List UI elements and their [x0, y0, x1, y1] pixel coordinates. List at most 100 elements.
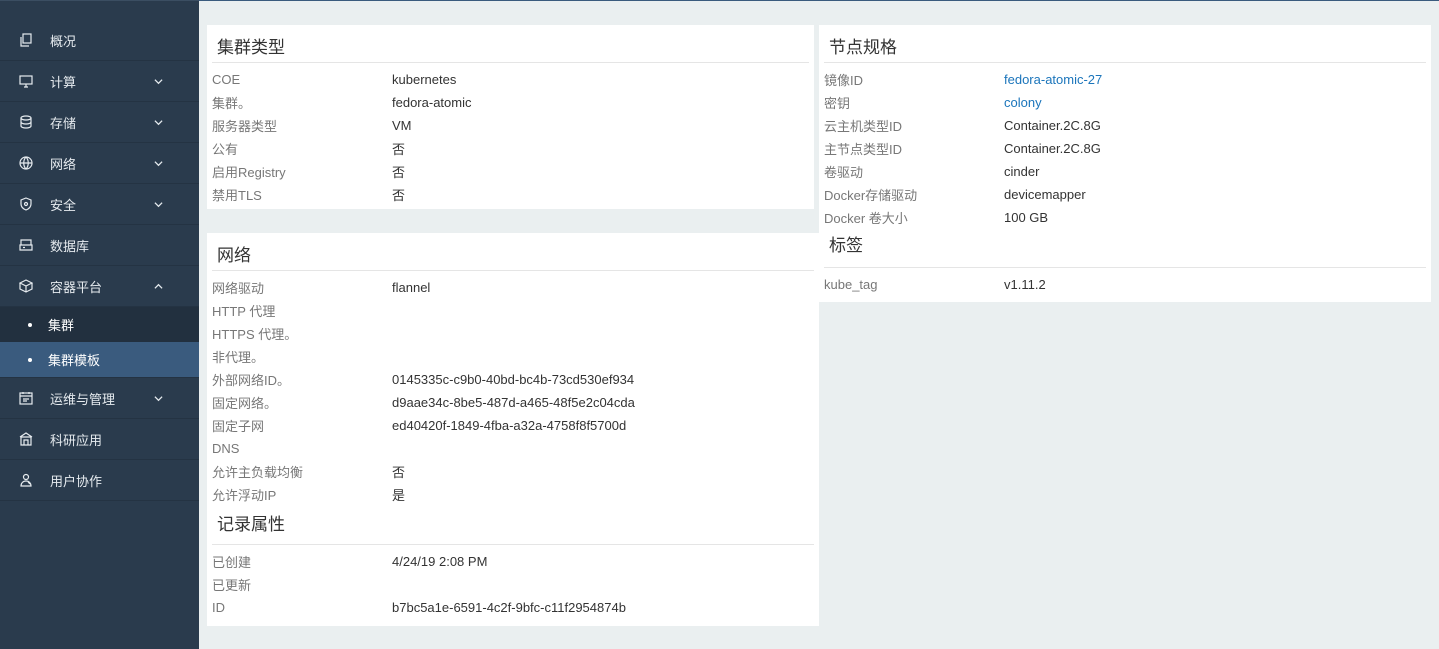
detail-key: kube_tag: [824, 277, 878, 292]
detail-value: flannel: [392, 280, 431, 295]
detail-row: 网络驱动 flannel: [207, 276, 819, 299]
detail-row: 服务器类型 VM: [207, 114, 814, 137]
sidebar-subitem-clusters[interactable]: 集群: [0, 307, 199, 342]
node-spec-rows: 镜像ID fedora-atomic-27 密钥 colony 云主机类型ID Con…: [819, 63, 1431, 229]
detail-key: 卷驱动: [824, 165, 864, 180]
bullet-icon: [28, 322, 32, 327]
detail-row: 允许浮动IP 是: [207, 483, 819, 506]
detail-key: 集群。: [212, 96, 252, 111]
keypair-link[interactable]: colony: [1004, 95, 1042, 110]
section-title: 集群类型: [212, 25, 809, 63]
bullet-icon: [28, 357, 32, 362]
chevron-down-icon: [153, 117, 163, 127]
detail-key: DNS: [212, 441, 240, 456]
detail-value: fedora-atomic: [392, 95, 472, 110]
sidebar-item-label: 网络: [50, 156, 77, 172]
detail-row: 镜像ID fedora-atomic-27: [819, 68, 1431, 91]
detail-row: 启用Registry 否: [207, 160, 814, 183]
network-rows: 网络驱动 flannel HTTP 代理 HTTPS 代理。 非代理。 外部网络I…: [207, 271, 819, 506]
detail-key: Docker存储驱动: [824, 188, 918, 203]
detail-key: 服务器类型: [212, 119, 278, 134]
detail-value: 0145335c-c9b0-40bd-bc4b-73cd530ef934: [392, 372, 635, 387]
network-icon: [18, 155, 34, 171]
sidebar-top-spacer: [0, 1, 199, 20]
sidebar-item-ops[interactable]: 运维与管理: [0, 378, 199, 419]
detail-row: 主节点类型ID Container.2C.8G: [819, 137, 1431, 160]
detail-key: 允许主负载均衡: [212, 465, 304, 480]
users-icon: [18, 472, 34, 488]
sidebar-item-container-platform[interactable]: 容器平台: [0, 266, 199, 307]
detail-key: 外部网络ID。: [212, 373, 291, 388]
copy-icon: [18, 32, 34, 48]
detail-key: 已更新: [212, 578, 252, 593]
building-icon: [18, 431, 34, 447]
detail-key: 启用Registry: [212, 165, 286, 180]
sidebar-item-storage[interactable]: 存储: [0, 102, 199, 143]
chevron-down-icon: [153, 393, 163, 403]
detail-key: HTTP 代理: [212, 304, 276, 319]
detail-value: cinder: [1004, 164, 1040, 179]
chevron-down-icon: [153, 199, 163, 209]
sidebar-item-overview[interactable]: 概况: [0, 20, 199, 61]
detail-value: 4/24/19 2:08 PM: [392, 554, 488, 569]
detail-key: HTTPS 代理。: [212, 327, 298, 342]
detail-row: 固定子网 ed40420f-1849-4fba-a32a-4758f8f5700d: [207, 414, 819, 437]
sidebar-item-compute[interactable]: 计算: [0, 61, 199, 102]
detail-value: v1.11.2: [1004, 277, 1046, 292]
detail-key: 已创建: [212, 555, 252, 570]
detail-value: Container.2C.8G: [1004, 141, 1101, 156]
section-title: 标签: [824, 229, 1426, 268]
section-title: 网络: [212, 233, 814, 271]
sidebar-item-database[interactable]: 数据库: [0, 225, 199, 266]
labels-rows: kube_tag v1.11.2: [819, 268, 1431, 296]
top-accent-line: [199, 0, 1439, 1]
detail-value: VM: [392, 118, 412, 133]
detail-row: 公有 否: [207, 137, 814, 160]
detail-key: 非代理。: [212, 350, 265, 365]
detail-value: kubernetes: [392, 72, 457, 87]
detail-key: 密钥: [824, 96, 851, 111]
detail-value: d9aae34c-8be5-487d-a465-48f5e2c04cda: [392, 395, 635, 410]
detail-key: 允许浮动IP: [212, 488, 277, 503]
detail-row: 卷驱动 cinder: [819, 160, 1431, 183]
detail-row: 集群。 fedora-atomic: [207, 91, 814, 114]
sidebar-item-security[interactable]: 安全: [0, 184, 199, 225]
detail-key: 云主机类型ID: [824, 119, 903, 134]
detail-value: b7bc5a1e-6591-4c2f-9bfc-c11f2954874b: [392, 600, 626, 615]
chevron-down-icon: [153, 158, 163, 168]
sidebar-subitem-cluster-templates[interactable]: 集群模板: [0, 342, 199, 377]
calendar-icon: [18, 390, 34, 406]
cluster-type-rows: COE kubernetes 集群。 fedora-atomic 服务器类型 VM 公…: [207, 63, 814, 206]
detail-row: HTTP 代理: [207, 299, 819, 322]
sidebar-item-label: 科研应用: [50, 432, 103, 448]
detail-value: 否: [392, 188, 406, 203]
detail-key: 固定子网: [212, 419, 265, 434]
detail-key: Docker 卷大小: [824, 211, 908, 226]
sidebar-item-label: 计算: [50, 74, 77, 90]
detail-key: 固定网络。: [212, 396, 278, 411]
sidebar-item-network[interactable]: 网络: [0, 143, 199, 184]
sidebar-item-user-collab[interactable]: 用户协作: [0, 460, 199, 501]
sidebar-item-label: 数据库: [50, 238, 90, 254]
detail-row: 允许主负载均衡 否: [207, 460, 819, 483]
chevron-down-icon: [153, 76, 163, 86]
detail-row: 云主机类型ID Container.2C.8G: [819, 114, 1431, 137]
detail-row: Docker存储驱动 devicemapper: [819, 183, 1431, 206]
detail-value: Container.2C.8G: [1004, 118, 1101, 133]
detail-key: 主节点类型ID: [824, 142, 903, 157]
sidebar-subitem-label: 集群: [48, 318, 75, 333]
sidebar: 概况 计算 存储 网络 安全 数据库 容器平台 集群 集群模板 运维与管理 科研…: [0, 0, 199, 649]
detail-value: 是: [392, 488, 406, 503]
database-icon: [18, 114, 34, 130]
db-box-icon: [18, 237, 34, 253]
image-id-link[interactable]: fedora-atomic-27: [1004, 72, 1102, 87]
detail-value: devicemapper: [1004, 187, 1086, 202]
detail-row: COE kubernetes: [207, 68, 814, 91]
sidebar-item-research-apps[interactable]: 科研应用: [0, 419, 199, 460]
detail-row: 外部网络ID。 0145335c-c9b0-40bd-bc4b-73cd530ef…: [207, 368, 819, 391]
detail-value: ed40420f-1849-4fba-a32a-4758f8f5700d: [392, 418, 627, 433]
cube-icon: [18, 278, 34, 294]
node-spec-panel: 节点规格 镜像ID fedora-atomic-27 密钥 colony 云主机类型…: [819, 25, 1431, 302]
detail-row: HTTPS 代理。: [207, 322, 819, 345]
detail-row: 禁用TLS 否: [207, 183, 814, 206]
